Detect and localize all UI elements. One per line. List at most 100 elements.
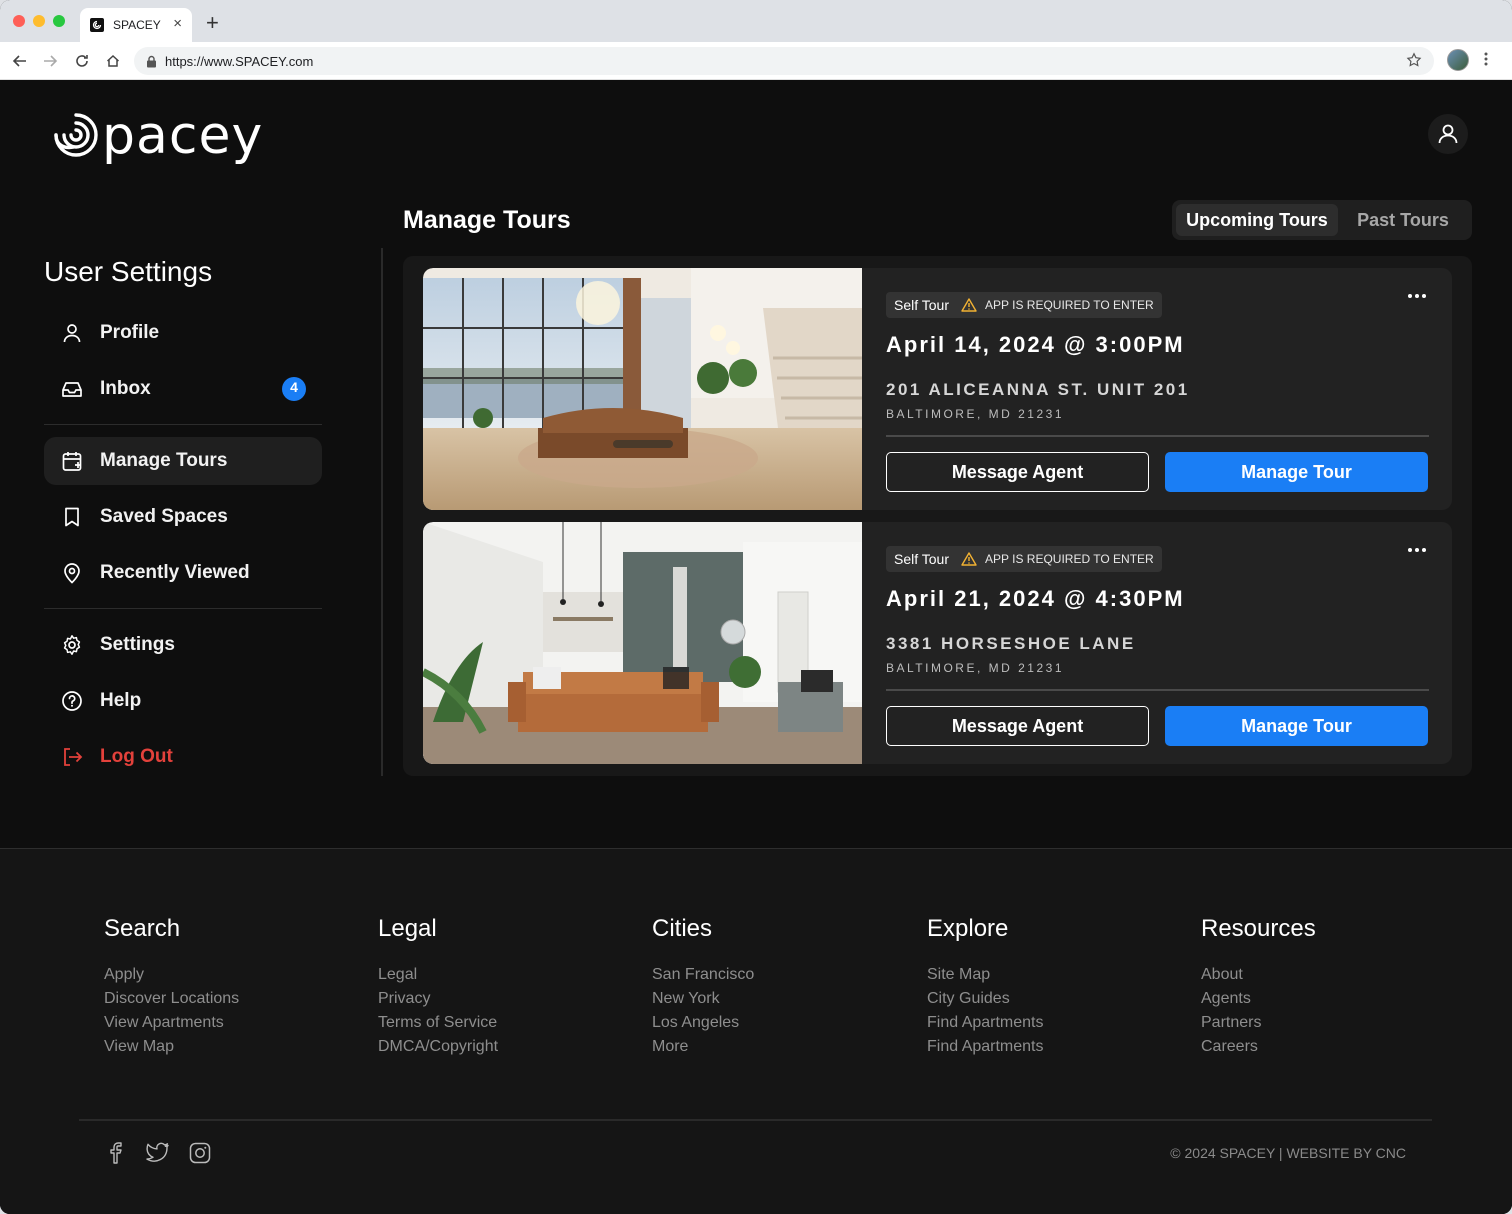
sidebar-item-label: Profile xyxy=(100,322,160,343)
browser-toolbar: https://www.SPACEY.com xyxy=(0,42,1512,80)
footer-link[interactable]: Terms of Service xyxy=(378,1011,498,1035)
spacey-logo[interactable]: pacey xyxy=(52,108,263,164)
sidebar-item-inbox[interactable]: Inbox 4 xyxy=(44,365,322,413)
user-icon xyxy=(60,321,84,345)
footer-link[interactable]: Los Angeles xyxy=(652,1011,754,1035)
inbox-icon xyxy=(60,377,84,401)
sidebar-item-label: Inbox xyxy=(100,378,151,399)
tour-type-pill: Self Tour APP IS REQUIRED TO ENTER xyxy=(886,546,1162,572)
home-icon[interactable] xyxy=(103,51,123,71)
tour-list: Self Tour APP IS REQUIRED TO ENTER April… xyxy=(403,256,1472,776)
tab-past-tours[interactable]: Past Tours xyxy=(1338,204,1468,236)
sidebar-item-help[interactable]: Help xyxy=(44,677,322,725)
sidebar-divider xyxy=(44,424,322,425)
sidebar-item-saved-spaces[interactable]: Saved Spaces xyxy=(44,493,322,541)
minimize-window-button[interactable] xyxy=(33,15,45,27)
footer-link[interactable]: View Map xyxy=(104,1035,239,1059)
footer-link[interactable]: New York xyxy=(652,987,754,1011)
message-agent-button[interactable]: Message Agent xyxy=(886,706,1149,746)
sidebar-title: User Settings xyxy=(44,256,213,287)
browser-window: SPACEY × + https://www.SPACEY.com pacey … xyxy=(0,0,1512,1214)
footer-column-search: Search Apply Discover Locations View Apa… xyxy=(104,915,239,1059)
browser-tab-bar: SPACEY × + xyxy=(0,0,1512,42)
close-window-button[interactable] xyxy=(13,15,25,27)
sidebar-item-profile[interactable]: Profile xyxy=(44,309,322,357)
footer-link[interactable]: Site Map xyxy=(927,963,1044,987)
footer-link[interactable]: Privacy xyxy=(378,987,498,1011)
tab-upcoming-tours[interactable]: Upcoming Tours xyxy=(1176,204,1338,236)
sidebar-item-label: Manage Tours xyxy=(100,450,228,471)
sidebar-item-recently-viewed[interactable]: Recently Viewed xyxy=(44,549,322,597)
sidebar-separator xyxy=(381,248,383,776)
more-options-icon[interactable] xyxy=(1408,294,1426,298)
bookmark-icon xyxy=(60,505,84,529)
tab-close-icon[interactable]: × xyxy=(173,16,182,32)
footer-link[interactable]: City Guides xyxy=(927,987,1044,1011)
gear-icon xyxy=(60,633,84,657)
new-tab-icon[interactable]: + xyxy=(206,12,219,34)
sidebar-item-manage-tours[interactable]: Manage Tours xyxy=(44,437,322,485)
footer-link[interactable]: More xyxy=(652,1035,754,1059)
account-button[interactable] xyxy=(1428,114,1468,154)
bookmark-star-icon[interactable] xyxy=(1406,52,1422,73)
message-agent-button[interactable]: Message Agent xyxy=(886,452,1149,492)
footer-link[interactable]: About xyxy=(1201,963,1316,987)
manage-tour-button[interactable]: Manage Tour xyxy=(1165,706,1428,746)
warning-triangle-icon xyxy=(961,298,977,312)
logo-text: pacey xyxy=(102,106,264,166)
warning-triangle-icon xyxy=(961,552,977,566)
more-options-icon[interactable] xyxy=(1408,548,1426,552)
instagram-icon[interactable] xyxy=(188,1141,212,1165)
reload-icon[interactable] xyxy=(72,51,92,71)
browser-tab[interactable]: SPACEY × xyxy=(80,8,192,42)
footer-link[interactable]: Find Apartments xyxy=(927,1035,1044,1059)
sidebar-item-settings[interactable]: Settings xyxy=(44,621,322,669)
footer-link[interactable]: Agents xyxy=(1201,987,1316,1011)
twitter-icon[interactable] xyxy=(146,1141,170,1165)
tour-city: BALTIMORE, MD 21231 xyxy=(886,661,1064,675)
footer-link[interactable]: Partners xyxy=(1201,1011,1316,1035)
sidebar-item-label: Settings xyxy=(100,634,175,655)
tour-address: 201 ALICEANNA ST. UNIT 201 xyxy=(886,380,1190,399)
footer-column-cities: Cities San Francisco New York Los Angele… xyxy=(652,915,754,1059)
back-arrow-icon[interactable] xyxy=(10,51,30,71)
tour-address: 3381 HORSESHOE LANE xyxy=(886,634,1136,653)
warning-text: APP IS REQUIRED TO ENTER xyxy=(985,552,1154,566)
sidebar-item-log-out[interactable]: Log Out xyxy=(44,733,322,781)
user-icon xyxy=(1438,124,1458,144)
sidebar-divider xyxy=(44,608,322,609)
tour-type-label: Self Tour xyxy=(894,551,949,567)
calendar-icon xyxy=(60,449,84,473)
footer-link[interactable]: View Apartments xyxy=(104,1011,239,1035)
footer-link[interactable]: Legal xyxy=(378,963,498,987)
tab-title: SPACEY xyxy=(113,18,161,32)
warning-text: APP IS REQUIRED TO ENTER xyxy=(985,298,1154,312)
page-title: Manage Tours xyxy=(403,206,571,234)
footer-column-resources: Resources About Agents Partners Careers xyxy=(1201,915,1316,1059)
logout-icon xyxy=(60,745,84,769)
footer-link[interactable]: DMCA/Copyright xyxy=(378,1035,498,1059)
tour-type-pill: Self Tour APP IS REQUIRED TO ENTER xyxy=(886,292,1162,318)
help-circle-icon xyxy=(60,689,84,713)
lock-icon xyxy=(147,55,156,67)
forward-arrow-icon[interactable] xyxy=(40,51,60,71)
manage-tour-button[interactable]: Manage Tour xyxy=(1165,452,1428,492)
sidebar-item-label: Log Out xyxy=(100,746,173,767)
browser-menu-icon[interactable] xyxy=(1484,51,1488,72)
tour-type-label: Self Tour xyxy=(894,297,949,313)
property-photo[interactable] xyxy=(423,522,862,764)
browser-profile-avatar[interactable] xyxy=(1447,49,1469,71)
footer-link[interactable]: Find Apartments xyxy=(927,1011,1044,1035)
footer-heading: Legal xyxy=(378,915,437,942)
sidebar-item-label: Recently Viewed xyxy=(100,562,250,583)
property-photo[interactable] xyxy=(423,268,862,510)
footer-link[interactable]: Discover Locations xyxy=(104,987,239,1011)
footer-link[interactable]: Careers xyxy=(1201,1035,1316,1059)
warning-notice: APP IS REQUIRED TO ENTER xyxy=(961,298,1154,312)
facebook-icon[interactable] xyxy=(104,1141,128,1165)
footer-link[interactable]: Apply xyxy=(104,963,239,987)
footer-divider xyxy=(79,1119,1432,1121)
footer-link[interactable]: San Francisco xyxy=(652,963,754,987)
maximize-window-button[interactable] xyxy=(53,15,65,27)
address-bar[interactable]: https://www.SPACEY.com xyxy=(134,47,1434,75)
